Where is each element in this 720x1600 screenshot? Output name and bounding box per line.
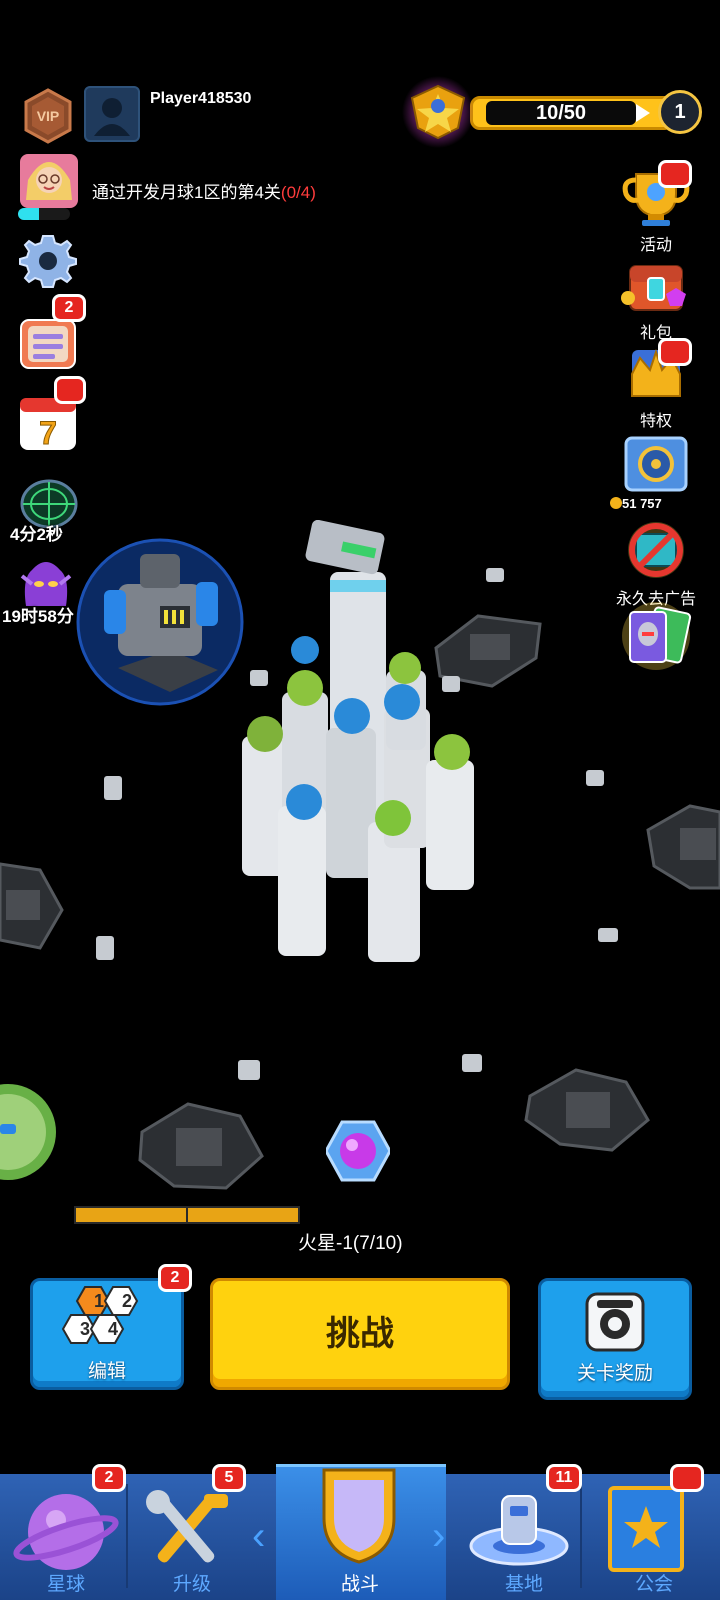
task-list-icon[interactable]: 2 — [18, 294, 86, 372]
stage-label: 火星-1(7/10) — [298, 1233, 403, 1254]
nav-upgrade[interactable]: 5 升级 — [132, 1464, 252, 1600]
helper-bot[interactable] — [0, 1084, 56, 1180]
shield-icon — [322, 1468, 396, 1564]
notes-badge: 2 — [52, 294, 86, 322]
mech-hero[interactable] — [76, 538, 244, 706]
challenge-label: 挑战 — [326, 1315, 394, 1353]
reward-label: 关卡奖励 — [576, 1363, 653, 1384]
hex-number-2: 2 — [121, 1291, 132, 1311]
reward-box-icon — [585, 1292, 645, 1352]
coin-balance: 51 757 — [610, 496, 662, 511]
hex-number-1: 1 — [93, 1291, 104, 1311]
nav-divider — [126, 1484, 128, 1588]
xp-arrow-icon — [636, 104, 650, 122]
safe-icon — [624, 436, 688, 492]
player-level[interactable]: 1 — [658, 90, 702, 134]
nav-battle-label: 战斗 — [340, 1574, 379, 1595]
main-tower[interactable] — [242, 520, 474, 962]
nav-next-chevron-icon[interactable]: › — [432, 1514, 445, 1559]
vault-button[interactable] — [618, 436, 694, 497]
activity-button[interactable]: 活动 — [618, 160, 694, 255]
nav-upgrade-label: 升级 — [172, 1574, 211, 1595]
calendar-badge — [54, 376, 86, 404]
armored-crate[interactable] — [0, 862, 64, 950]
armored-crate[interactable] — [138, 1102, 264, 1190]
hex-number-4: 4 — [107, 1319, 118, 1339]
advisor-avatar-icon[interactable] — [18, 150, 80, 212]
edit-label: 编辑 — [87, 1361, 126, 1382]
nav-guild[interactable]: 公会 — [594, 1464, 714, 1600]
privilege-label: 特权 — [639, 413, 672, 430]
nav-upgrade-badge: 5 — [212, 1464, 246, 1492]
stage-progress-divider — [186, 1206, 188, 1224]
quest-progress: (0/4) — [280, 183, 316, 202]
activity-badge — [658, 160, 692, 188]
vip-label: VIP — [37, 108, 60, 124]
privilege-badge — [658, 338, 692, 366]
avatar[interactable] — [84, 86, 140, 142]
rank-star-icon — [402, 76, 474, 148]
quest-text[interactable]: 通过开发月球1区的第4关(0/4) — [92, 178, 316, 203]
settings-gear-icon[interactable] — [18, 230, 78, 290]
tools-icon — [146, 1490, 228, 1563]
privilege-button[interactable]: 特权 — [618, 338, 694, 431]
nav-guild-badge — [670, 1464, 704, 1492]
player-name: Player418530 — [150, 90, 252, 107]
nav-battle[interactable]: 战斗 — [300, 1468, 420, 1600]
quest-description: 通过开发月球1区的第4关 — [92, 183, 281, 202]
gift-pack-button[interactable]: 礼包 — [618, 258, 694, 343]
coin-icon — [610, 497, 622, 509]
battlefield[interactable] — [0, 520, 720, 1200]
planet-icon — [13, 1494, 119, 1570]
nav-planet[interactable]: 2 星球 — [6, 1464, 126, 1600]
nav-planet-badge: 2 — [92, 1464, 126, 1492]
nav-prev-chevron-icon[interactable]: ‹ — [252, 1514, 265, 1559]
nav-base-label: 基地 — [504, 1574, 543, 1595]
armored-crate[interactable] — [524, 1068, 650, 1152]
armored-crate[interactable] — [434, 614, 542, 688]
armored-crate[interactable] — [646, 804, 720, 890]
space-station-icon — [469, 1495, 569, 1566]
vip-badge[interactable]: VIP — [22, 88, 74, 144]
xp-value: 10/50 — [535, 102, 587, 124]
edit-badge: 2 — [158, 1264, 192, 1292]
activity-label: 活动 — [639, 237, 672, 254]
nav-base[interactable]: 11 基地 — [464, 1464, 584, 1600]
daily-calendar-icon[interactable]: 7 — [18, 376, 86, 452]
treasure-chest-icon — [621, 265, 686, 311]
nav-planet-label: 星球 — [46, 1574, 85, 1595]
hex-number-3: 3 — [79, 1319, 90, 1339]
advisor-progress-bar — [18, 208, 70, 220]
nav-guild-label: 公会 — [634, 1574, 673, 1595]
calendar-day: 7 — [39, 415, 57, 451]
nav-base-badge: 11 — [546, 1464, 582, 1492]
guild-banner-icon — [608, 1486, 684, 1572]
user-silhouette-icon — [94, 98, 130, 136]
energy-orb-icon[interactable] — [326, 1120, 390, 1182]
